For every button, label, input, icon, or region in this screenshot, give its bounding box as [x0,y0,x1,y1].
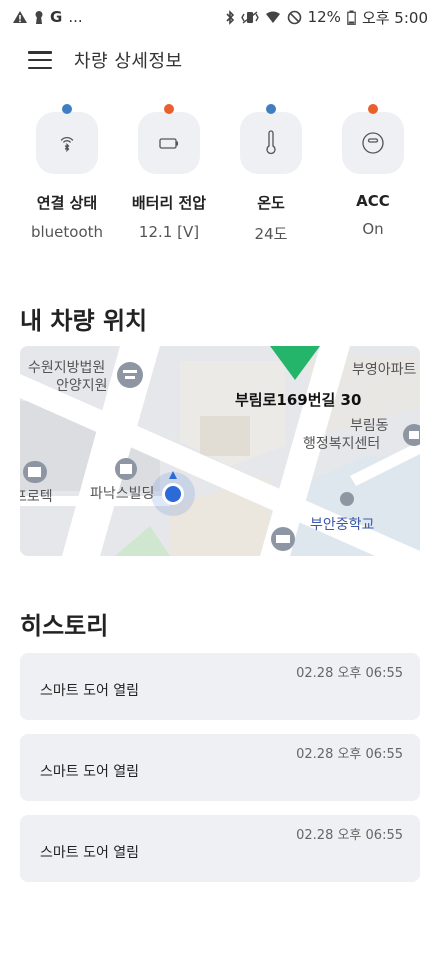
map-label-address: 부림로169번길 30 [235,391,361,409]
history-section-title: 히스토리 [20,612,109,640]
connection-value: bluetooth [30,223,104,241]
acc-value: On [362,220,384,238]
map-label-school: 부안중학교 [310,517,375,533]
map-label-left: 프로텍 [20,489,53,505]
battery-voltage-label: 배터리 전압 [131,194,207,212]
acc-tile [342,104,404,174]
temperature-tile [240,104,302,174]
history-time: 02.28 오후 06:55 [296,666,403,681]
status-battery-voltage[interactable]: 배터리 전압 12.1 [V] [119,104,219,244]
temperature-label: 온도 [257,194,285,212]
acc-indicator-dot [368,104,378,114]
map-label-court: 수원지방법원 [28,360,105,376]
app-header: 차량 상세정보 [0,34,440,86]
battery-voltage-value: 12.1 [V] [138,223,200,241]
location-section-title: 내 차량 위치 [20,307,148,335]
history-item[interactable]: 02.28 오후 06:55 스마트 도어 열림 [20,815,420,882]
history-item[interactable]: 02.28 오후 06:55 스마트 도어 열림 [20,653,420,720]
battery-status-icon [347,10,356,25]
status-connection[interactable]: 연결 상태 bluetooth [17,104,117,244]
temperature-indicator-dot [266,104,276,114]
connection-label: 연결 상태 [36,194,98,212]
status-bar: G ... 12% 오후 5:00 [0,0,440,34]
status-bar-left: G ... [12,8,83,26]
status-bar-right: 12% 오후 5:00 [225,7,428,28]
bluetooth-signal-icon [60,136,74,153]
battery-icon [159,138,178,149]
more-notifications: ... [68,8,83,26]
acc-icon [362,132,384,154]
history-event: 스마트 도어 열림 [40,845,140,861]
battery-tile [138,104,200,174]
history-time: 02.28 오후 06:55 [296,747,403,762]
keyhole-icon [35,10,43,24]
connection-indicator-dot [62,104,72,114]
history-event: 스마트 도어 열림 [40,764,140,780]
temperature-value: 24도 [254,225,288,243]
battery-indicator-dot [164,104,174,114]
history-item[interactable]: 02.28 오후 06:55 스마트 도어 열림 [20,734,420,801]
wifi-icon [265,11,280,23]
vehicle-location-map[interactable]: 수원지방법원 안양지원 부영아파트 부림로169번길 30 부림동 행정복지센터… [20,346,420,556]
map-canvas: 수원지방법원 안양지원 부영아파트 부림로169번길 30 부림동 행정복지센터… [20,346,420,556]
map-label-office2: 행정복지센터 [303,436,380,452]
app-letter: G [50,8,63,26]
page-title: 차량 상세정보 [74,51,183,72]
map-label-court2: 안양지원 [56,378,108,394]
history-event: 스마트 도어 열림 [40,683,140,699]
hamburger-menu-icon[interactable] [28,51,52,69]
vehicle-status-row: 연결 상태 bluetooth 배터리 전압 12.1 [V] 온도 24도 A… [0,104,440,244]
warning-icon [13,11,27,23]
status-acc[interactable]: ACC On [323,104,423,244]
vibrate-icon [240,10,259,24]
acc-label: ACC [356,192,390,210]
bluetooth-icon [226,9,234,25]
battery-percent: 12% [307,8,341,26]
clock: 오후 5:00 [361,8,428,27]
history-time: 02.28 오후 06:55 [296,828,403,843]
status-temperature[interactable]: 온도 24도 [221,104,321,244]
map-label-apt: 부영아파트 [352,362,417,378]
map-label-building: 파낙스빌딩 [90,486,154,502]
thermometer-icon [266,130,276,155]
do-not-disturb-icon [287,10,301,24]
map-label-office: 부림동 [350,418,389,434]
connection-tile [36,104,98,174]
